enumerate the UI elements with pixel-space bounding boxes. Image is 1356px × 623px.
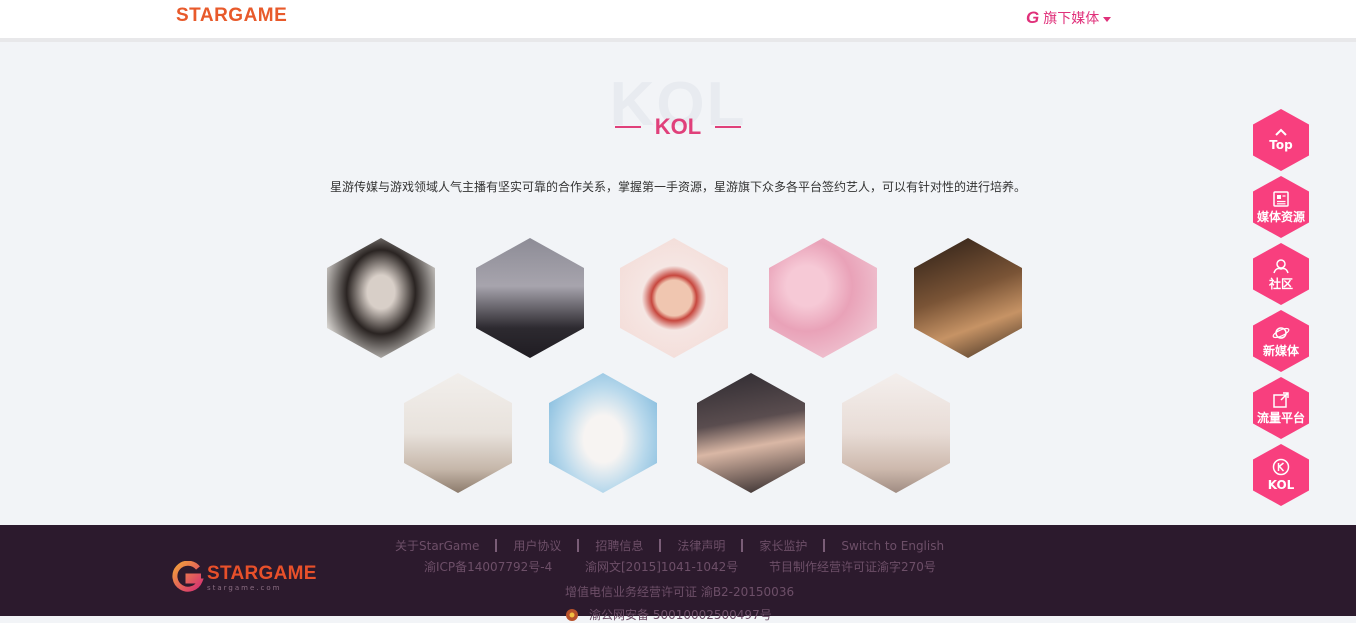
header-divider <box>0 38 1356 42</box>
footer-police-text: 渝公网安备 50010002500497号 <box>589 608 772 622</box>
footer-link-legal[interactable]: 法律声明 <box>677 537 725 554</box>
footer-link-separator <box>495 539 498 552</box>
footer-link-english[interactable]: Switch to English <box>841 539 944 553</box>
footer-logo-word: STARGAME <box>207 563 317 584</box>
kol-avatar-4[interactable] <box>769 238 877 358</box>
footer: STARGAME stargame.com 关于StarGame 用户协议 招聘… <box>0 525 1356 622</box>
section-title-text: KOL <box>654 114 702 139</box>
side-nav-traffic-label: 流量平台 <box>1256 411 1305 425</box>
footer-link-separator <box>823 539 826 552</box>
kol-avatar-1[interactable] <box>327 238 435 358</box>
g-logo-icon: G <box>1026 8 1040 27</box>
side-nav-traffic[interactable]: 流量平台 <box>1253 377 1309 439</box>
kol-avatar-7[interactable] <box>549 373 657 493</box>
section-title: KOL <box>0 113 1356 141</box>
back-to-top-label: Top <box>1269 138 1293 152</box>
side-nav-new-media[interactable]: 新媒体 <box>1253 310 1309 372</box>
footer-icp: 渝ICP备14007792号-4 <box>424 560 553 574</box>
planet-icon <box>1272 327 1290 339</box>
footer-logo[interactable]: STARGAME stargame.com <box>171 561 317 595</box>
media-dropdown[interactable]: G 旗下媒体 <box>1026 8 1112 28</box>
footer-police-record: 渝公网安备 50010002500497号 <box>565 607 772 623</box>
footer-culture-license: 渝网文[2015]1041-1042号 <box>585 560 739 574</box>
kol-avatar-2[interactable] <box>476 238 584 358</box>
footer-logo-domain: stargame.com <box>207 584 282 592</box>
stargame-logo[interactable]: STARGAME <box>176 4 287 28</box>
side-nav-community-label: 社区 <box>1268 277 1293 291</box>
police-badge-icon <box>566 609 578 621</box>
footer-link-separator <box>741 539 744 552</box>
newspaper-icon <box>1273 191 1289 207</box>
stargame-g-logo-icon <box>172 561 204 592</box>
footer-links: 关于StarGame 用户协议 招聘信息 法律声明 家长监护 Switch to… <box>395 537 944 554</box>
side-nav-new-media-label: 新媒体 <box>1262 344 1299 358</box>
section-description: 星游传媒与游戏领域人气主播有坚实可靠的合作关系，掌握第一手资源，星游旗下众多各平… <box>329 180 1026 194</box>
kol-avatar-6[interactable] <box>404 373 512 493</box>
title-dash-left <box>614 126 641 128</box>
kol-avatar-3[interactable] <box>620 238 728 358</box>
footer-program-license: 节目制作经营许可证渝字270号 <box>769 560 936 574</box>
community-icon <box>1273 259 1289 274</box>
footer-link-separator <box>577 539 580 552</box>
side-nav-kol[interactable]: KOL <box>1253 444 1309 506</box>
media-dropdown-label: 旗下媒体 <box>1043 11 1100 27</box>
footer-link-jobs[interactable]: 招聘信息 <box>595 537 643 554</box>
side-nav-media-label: 媒体资源 <box>1256 210 1305 224</box>
kol-avatar-8[interactable] <box>697 373 805 493</box>
chevron-up-icon <box>1275 128 1287 136</box>
caret-down-icon <box>1103 16 1112 22</box>
title-dash-right <box>715 126 742 128</box>
external-link-icon <box>1273 392 1289 408</box>
footer-telecom-license: 增值电信业务经营许可证 渝B2-20150036 <box>565 585 795 599</box>
footer-link-agreement[interactable]: 用户协议 <box>513 537 561 554</box>
kol-avatar-5[interactable] <box>914 238 1022 358</box>
footer-link-separator <box>659 539 662 552</box>
side-nav-community[interactable]: 社区 <box>1253 243 1309 305</box>
kol-badge-icon <box>1272 458 1290 476</box>
footer-link-parental[interactable]: 家长监护 <box>759 537 807 554</box>
side-nav-kol-label: KOL <box>1267 478 1295 492</box>
footer-link-about[interactable]: 关于StarGame <box>395 537 479 554</box>
kol-avatar-9[interactable] <box>842 373 950 493</box>
top-bar: STARGAME G 旗下媒体 <box>0 0 1356 38</box>
